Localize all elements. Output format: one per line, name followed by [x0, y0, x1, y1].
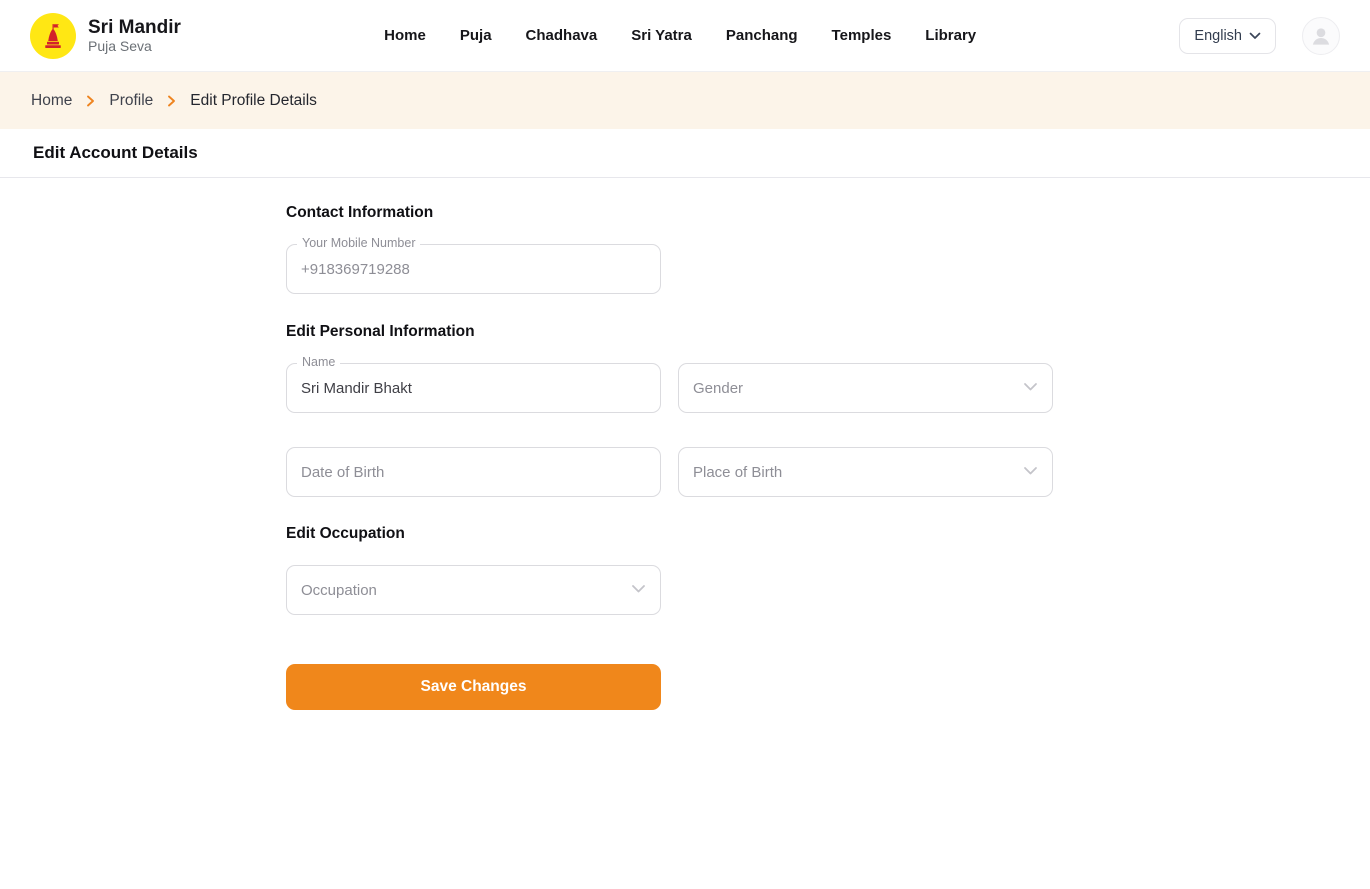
nav-item-puja[interactable]: Puja	[460, 27, 492, 44]
main-nav: Home Puja Chadhava Sri Yatra Panchang Te…	[384, 27, 976, 44]
name-field-wrapper: Name	[286, 363, 661, 413]
breadcrumb-item-profile[interactable]: Profile	[109, 92, 153, 110]
date-of-birth-input[interactable]	[287, 448, 660, 496]
chevron-down-icon	[1249, 28, 1261, 44]
chevron-right-icon	[86, 95, 95, 107]
nav-item-temples[interactable]: Temples	[832, 27, 892, 44]
chevron-down-icon	[631, 581, 646, 599]
chevron-down-icon	[1023, 379, 1038, 397]
name-input[interactable]	[287, 364, 660, 412]
edit-occupation-heading: Edit Occupation	[286, 525, 1053, 543]
header-right: English	[1179, 17, 1340, 55]
page-title: Edit Account Details	[33, 143, 198, 163]
top-nav: Sri Mandir Puja Seva Home Puja Chadhava …	[0, 0, 1370, 72]
brand-subtitle: Puja Seva	[88, 38, 181, 54]
gender-placeholder: Gender	[693, 380, 743, 397]
language-selector-label: English	[1194, 28, 1242, 44]
save-changes-button[interactable]: Save Changes	[286, 664, 661, 710]
title-bar: Edit Account Details	[0, 129, 1370, 178]
nav-item-panchang[interactable]: Panchang	[726, 27, 798, 44]
temple-icon	[30, 13, 76, 59]
nav-item-sri-yatra[interactable]: Sri Yatra	[631, 27, 692, 44]
occupation-placeholder: Occupation	[301, 582, 377, 599]
chevron-right-icon	[167, 95, 176, 107]
contact-information-heading: Contact Information	[286, 204, 1053, 222]
user-avatar-icon[interactable]	[1302, 17, 1340, 55]
edit-personal-information-heading: Edit Personal Information	[286, 323, 1053, 341]
gender-select[interactable]: Gender	[678, 363, 1053, 413]
place-of-birth-placeholder: Place of Birth	[693, 464, 782, 481]
nav-item-home[interactable]: Home	[384, 27, 426, 44]
edit-account-form: Contact Information Your Mobile Number E…	[0, 178, 1370, 710]
brand-logo[interactable]: Sri Mandir Puja Seva	[30, 13, 181, 59]
chevron-down-icon	[1023, 463, 1038, 481]
nav-item-chadhava[interactable]: Chadhava	[526, 27, 598, 44]
date-of-birth-field-wrapper	[286, 447, 661, 497]
place-of-birth-select[interactable]: Place of Birth	[678, 447, 1053, 497]
breadcrumb-item-home[interactable]: Home	[31, 92, 72, 110]
occupation-select[interactable]: Occupation	[286, 565, 661, 615]
nav-item-library[interactable]: Library	[925, 27, 976, 44]
brand-title: Sri Mandir	[88, 17, 181, 39]
mobile-number-field-wrapper: Your Mobile Number	[286, 244, 661, 294]
brand-text: Sri Mandir Puja Seva	[88, 17, 181, 55]
mobile-number-input[interactable]	[287, 245, 660, 293]
breadcrumb: Home Profile Edit Profile Details	[0, 72, 1370, 129]
language-selector-button[interactable]: English	[1179, 18, 1276, 54]
breadcrumb-item-edit-profile-details: Edit Profile Details	[190, 92, 317, 110]
